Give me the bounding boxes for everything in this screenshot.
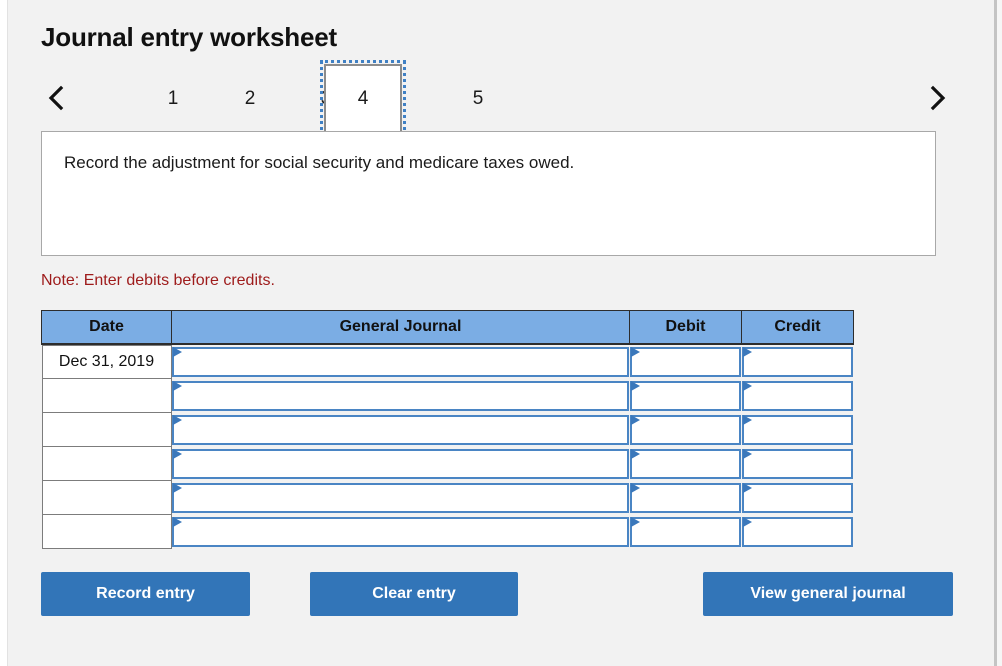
instruction-text: Record the adjustment for social securit… [64, 153, 575, 172]
page-scrollbar[interactable] [994, 0, 997, 666]
table-row [41, 413, 854, 447]
date-cell [41, 379, 172, 413]
debit-cell [629, 481, 742, 515]
record-entry-button[interactable]: Record entry [41, 572, 250, 616]
date-value[interactable] [41, 379, 172, 413]
worksheet-tab-4[interactable]: 4 [320, 60, 406, 138]
chevron-left-icon [46, 84, 66, 112]
action-buttons: Record entry Clear entry View general jo… [41, 572, 953, 618]
general-journal-cell [171, 481, 630, 515]
debits-before-credits-note: Note: Enter debits before credits. [41, 272, 275, 289]
date-cell [41, 481, 172, 515]
credit-cell [741, 481, 854, 515]
general-journal-cell [171, 413, 630, 447]
column-header-credit: Credit [741, 310, 854, 345]
debit-input[interactable] [629, 347, 741, 377]
page-title: Journal entry worksheet [41, 22, 337, 52]
worksheet-tab-2[interactable]: 2 [224, 67, 276, 131]
date-cell [41, 515, 172, 549]
left-gutter [0, 0, 8, 666]
credit-cell [741, 379, 854, 413]
table-row [41, 515, 854, 549]
credit-cell [741, 344, 854, 379]
credit-input[interactable] [741, 483, 853, 513]
worksheet-content: Journal entry worksheet 1 2 3 4 [41, 0, 953, 618]
date-value[interactable] [41, 515, 172, 549]
date-cell: Dec 31, 2019 [41, 344, 172, 379]
right-gutter [997, 0, 1002, 666]
view-general-journal-button[interactable]: View general journal [703, 572, 953, 616]
worksheet-tab-5[interactable]: 5 [452, 67, 504, 131]
debit-cell [629, 447, 742, 481]
date-value[interactable] [41, 413, 172, 447]
general-journal-cell [171, 447, 630, 481]
debit-cell [629, 344, 742, 379]
credit-input[interactable] [741, 449, 853, 479]
column-header-date: Date [41, 310, 172, 345]
credit-input[interactable] [741, 381, 853, 411]
prev-entry-button[interactable] [41, 81, 71, 115]
next-entry-button[interactable] [923, 81, 953, 115]
general-journal-cell [171, 344, 630, 379]
general-journal-cell [171, 515, 630, 549]
worksheet-tab-label: 1 [167, 88, 179, 109]
general-journal-input[interactable] [171, 449, 629, 479]
debit-input[interactable] [629, 415, 741, 445]
journal-entry-table: Date General Journal Debit Credit Dec 31… [41, 310, 854, 549]
date-value[interactable] [41, 481, 172, 515]
worksheet-tab-label: 2 [244, 88, 256, 109]
credit-cell [741, 515, 854, 549]
credit-input[interactable] [741, 347, 853, 377]
table-row: Dec 31, 2019 [41, 344, 854, 379]
debit-cell [629, 413, 742, 447]
table-row [41, 481, 854, 515]
worksheet-tab-strip: 1 2 3 4 5 [41, 60, 953, 138]
worksheet-tab-label: 5 [472, 88, 484, 109]
column-header-debit: Debit [629, 310, 742, 345]
instruction-box: Record the adjustment for social securit… [41, 131, 936, 256]
debit-input[interactable] [629, 449, 741, 479]
credit-input[interactable] [741, 415, 853, 445]
table-row [41, 379, 854, 413]
table-row [41, 447, 854, 481]
general-journal-input[interactable] [171, 517, 629, 547]
chevron-right-icon [928, 84, 948, 112]
debit-cell [629, 379, 742, 413]
general-journal-cell [171, 379, 630, 413]
journal-table-header-row: Date General Journal Debit Credit [41, 310, 854, 345]
credit-cell [741, 413, 854, 447]
debit-input[interactable] [629, 483, 741, 513]
date-value[interactable] [41, 447, 172, 481]
clear-entry-button[interactable]: Clear entry [310, 572, 518, 616]
date-cell [41, 413, 172, 447]
general-journal-input[interactable] [171, 381, 629, 411]
date-value[interactable]: Dec 31, 2019 [41, 345, 172, 379]
worksheet-page: Journal entry worksheet 1 2 3 4 [0, 0, 1002, 666]
credit-input[interactable] [741, 517, 853, 547]
worksheet-tab-label: 4 [357, 88, 369, 109]
general-journal-input[interactable] [171, 483, 629, 513]
column-header-general-journal: General Journal [171, 310, 630, 345]
credit-cell [741, 447, 854, 481]
worksheet-tab-1[interactable]: 1 [147, 67, 199, 131]
general-journal-input[interactable] [171, 347, 629, 377]
debit-cell [629, 515, 742, 549]
general-journal-input[interactable] [171, 415, 629, 445]
debit-input[interactable] [629, 517, 741, 547]
date-cell [41, 447, 172, 481]
debit-input[interactable] [629, 381, 741, 411]
